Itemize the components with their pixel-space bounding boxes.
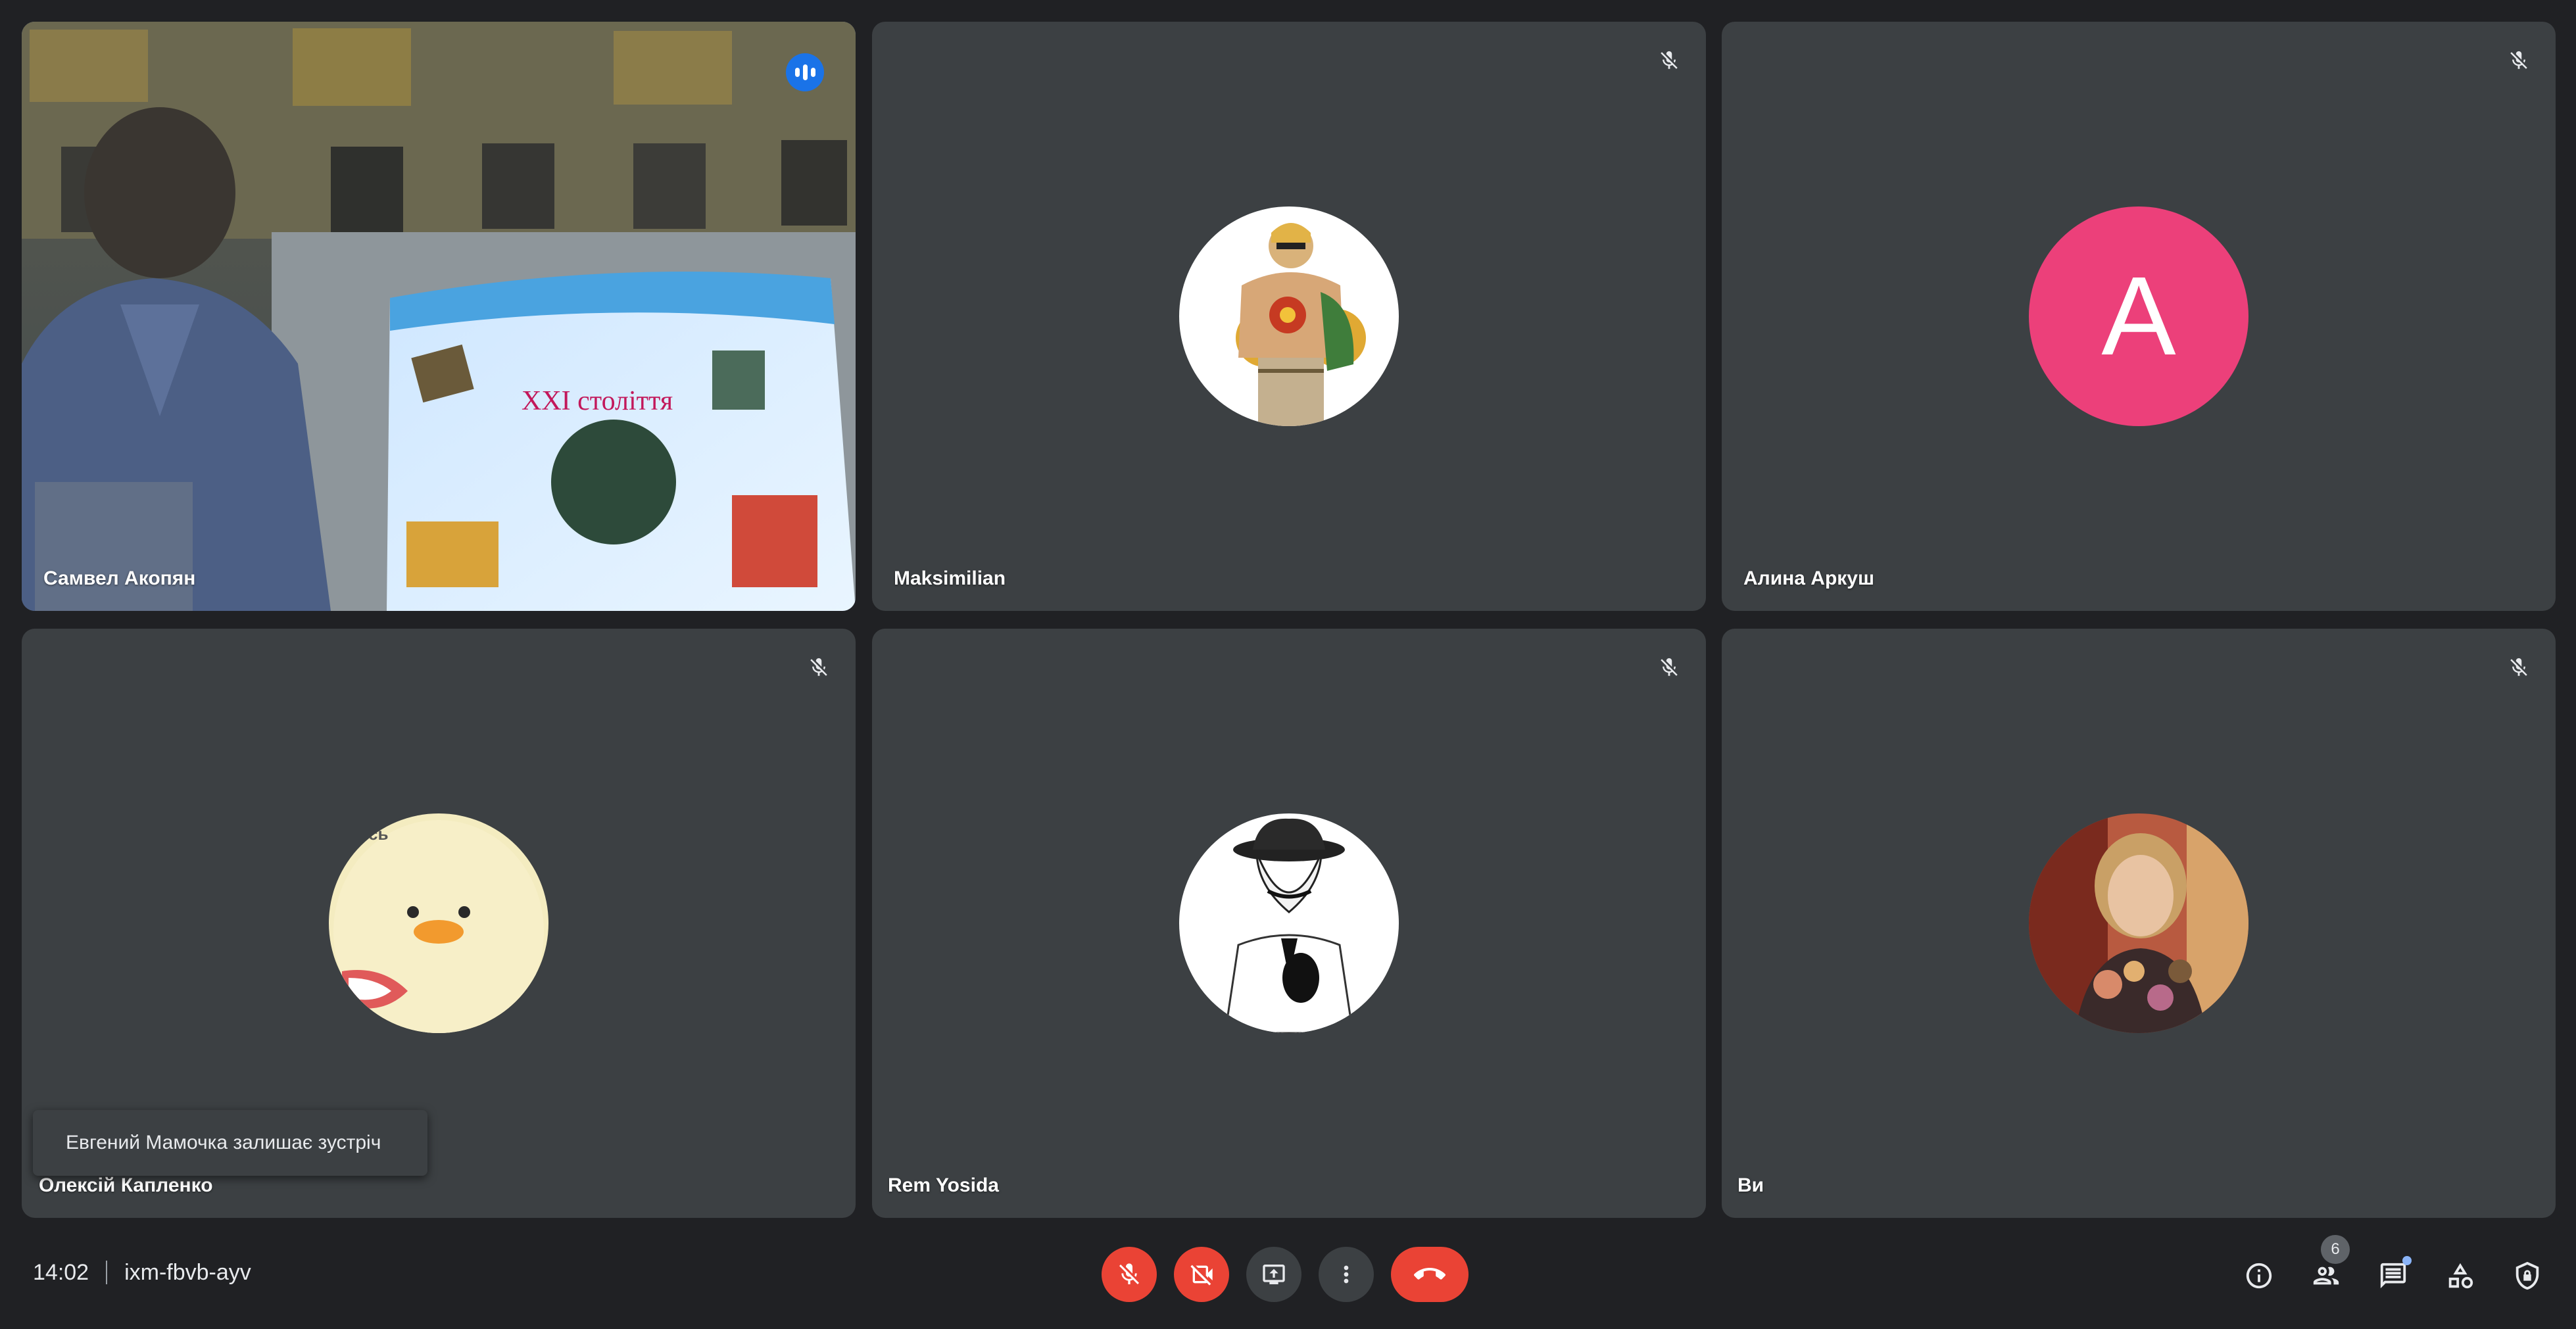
avatar-partial-text: сь — [368, 824, 388, 844]
participant-video: XXI століття — [22, 22, 856, 611]
leave-call-button[interactable] — [1391, 1247, 1469, 1302]
participant-avatar — [2029, 813, 2248, 1033]
call-controls — [1102, 1247, 1469, 1302]
chat-button[interactable] — [2373, 1256, 2413, 1295]
slide-text: XXI століття — [522, 386, 673, 416]
toast-text: Евгений Мамочка залишає зустріч — [66, 1132, 381, 1153]
more-options-button[interactable] — [1319, 1247, 1374, 1302]
participant-tile-5[interactable]: Rem Yosida — [872, 629, 1706, 1218]
toggle-mic-button[interactable] — [1102, 1247, 1157, 1302]
shapes-icon — [2448, 1263, 2473, 1289]
activities-button[interactable] — [2441, 1256, 2480, 1295]
mic-off-icon — [1654, 652, 1684, 683]
speaking-indicator-icon — [786, 53, 824, 91]
meeting-info-divider — [106, 1261, 108, 1284]
participant-avatar — [1179, 813, 1399, 1033]
participant-name: Самвел Акопян — [43, 568, 196, 589]
people-icon — [2313, 1267, 2339, 1285]
participant-name: Ви — [1738, 1174, 1764, 1196]
present-screen-button[interactable] — [1246, 1247, 1301, 1302]
meeting-tools: 6 — [2239, 1235, 2547, 1295]
chat-icon — [2380, 1263, 2406, 1289]
info-icon — [2246, 1263, 2272, 1289]
meeting-stage: XXI століття Самвел Акопян Maksimilian A… — [0, 0, 2576, 1329]
mic-off-icon — [804, 652, 834, 683]
participant-tile-6[interactable]: Ви — [1722, 629, 2556, 1218]
participant-avatar: сь — [329, 813, 548, 1033]
participant-avatar — [1179, 206, 1399, 426]
mic-off-icon — [1119, 1263, 1139, 1284]
toggle-camera-button[interactable] — [1174, 1247, 1229, 1302]
present-screen-icon — [1263, 1265, 1285, 1284]
chat-unread-dot — [2402, 1256, 2412, 1265]
hang-up-icon — [1414, 1268, 1446, 1280]
meeting-info: 14:02 ixm-fbvb-ayv — [33, 1259, 251, 1286]
participants-button[interactable]: 6 — [2306, 1235, 2350, 1295]
participant-name: Олексій Капленко — [39, 1174, 213, 1196]
participant-tile-1[interactable]: XXI століття Самвел Акопян — [22, 22, 856, 611]
mic-off-icon — [1654, 45, 1684, 76]
camera-off-icon — [1190, 1265, 1213, 1286]
participant-avatar-letter: A — [2029, 206, 2248, 426]
participants-count-badge: 6 — [2321, 1235, 2350, 1264]
meeting-details-button[interactable] — [2239, 1256, 2279, 1295]
meeting-code: ixm-fbvb-ayv — [124, 1259, 251, 1285]
shield-lock-icon — [2515, 1261, 2539, 1290]
more-vertical-icon — [1344, 1265, 1349, 1284]
participant-tile-2[interactable]: Maksimilian — [872, 22, 1706, 611]
participant-tile-3[interactable]: A Алина Аркуш — [1722, 22, 2556, 611]
mic-off-icon — [2504, 45, 2534, 76]
mic-off-icon — [2504, 652, 2534, 683]
participant-name: Rem Yosida — [888, 1174, 999, 1196]
host-controls-button[interactable] — [2508, 1256, 2547, 1295]
participant-name: Maksimilian — [894, 568, 1006, 589]
meeting-time: 14:02 — [33, 1259, 89, 1285]
participant-name: Алина Аркуш — [1743, 568, 1874, 589]
leave-notification-toast: Евгений Мамочка залишає зустріч — [33, 1110, 427, 1176]
